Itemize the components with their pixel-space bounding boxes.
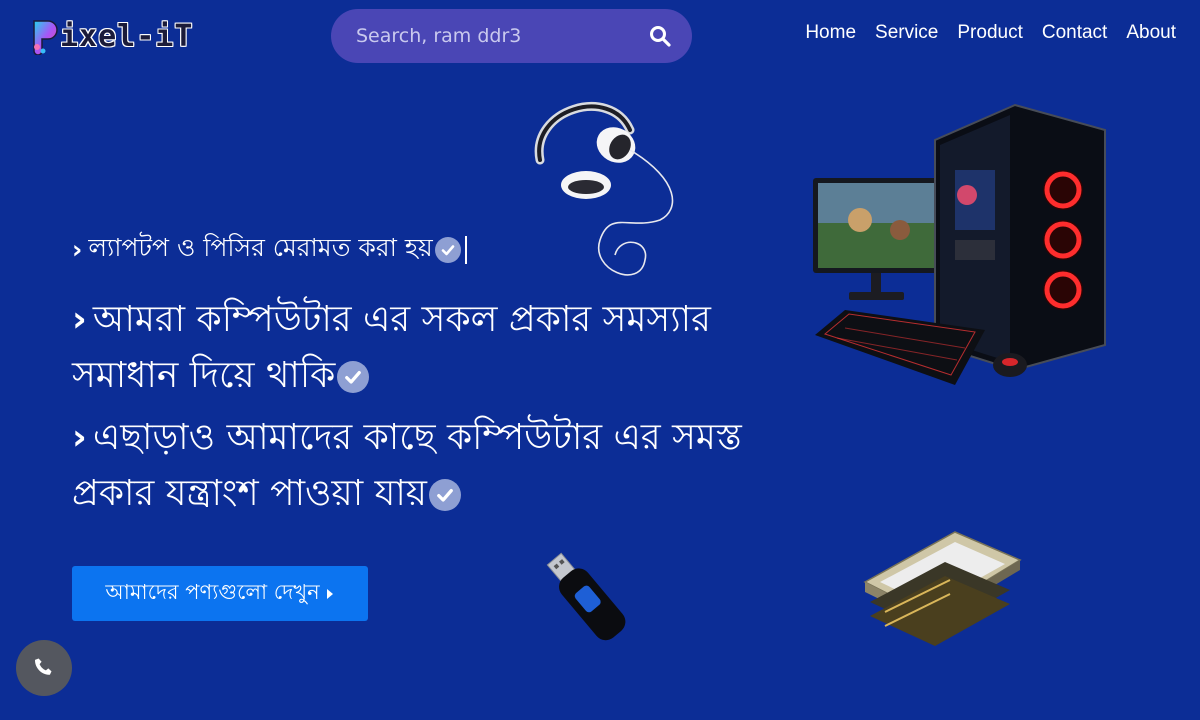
logo-text: ixel-iT [60,18,194,54]
ssd-image [863,531,1022,646]
hero-line-3-text: এছাড়াও আমাদের কাছে কম্পিউটার এর সমস্ত প… [72,417,742,514]
headphones-image [534,102,674,276]
nav-contact[interactable]: Contact [1042,22,1107,44]
search-bar [331,9,692,63]
chevron-right-icon: › [72,299,87,340]
usb-drive-image [546,552,626,641]
gaming-pc-image [813,103,1106,385]
chevron-right-icon: › [72,417,87,458]
nav-product[interactable]: Product [957,22,1022,44]
phone-icon [34,658,52,675]
typing-cursor [464,235,467,264]
hero-line-3: › এছাড়াও আমাদের কাছে কম্পিউটার এর সমস্ত … [72,410,792,522]
logo-mark-icon [33,20,58,55]
search-icon[interactable] [648,24,672,48]
logo[interactable]: ixel-iT [28,14,193,58]
main-nav: Home Service Product Contact About [786,22,1176,44]
nav-service[interactable]: Service [875,22,938,44]
check-icon [434,236,461,263]
hero-line-1-text: ল্যাপটপ ও পিসির মেরামত করা হয় [88,233,433,262]
chevron-right-icon: › [72,235,83,264]
nav-home[interactable]: Home [805,22,856,44]
call-button[interactable] [16,640,72,696]
nav-about[interactable]: About [1126,22,1176,44]
hero-line-1: › ল্যাপটপ ও পিসির মেরামত করা হয় [72,228,467,271]
check-icon [337,361,370,393]
check-icon [429,479,462,511]
view-products-button[interactable]: আমাদের পণ্যগুলো দেখুন [72,566,368,621]
search-input[interactable] [356,25,626,47]
hero-line-2-text: আমরা কম্পিউটার এর সকল প্রকার সমস্যার সমা… [72,299,711,396]
view-products-label: আমাদের পণ্যগুলো দেখুন [105,580,320,604]
caret-right-icon [326,588,333,599]
hero-line-2: › আমরা কম্পিউটার এর সকল প্রকার সমস্যার সম… [72,292,792,404]
